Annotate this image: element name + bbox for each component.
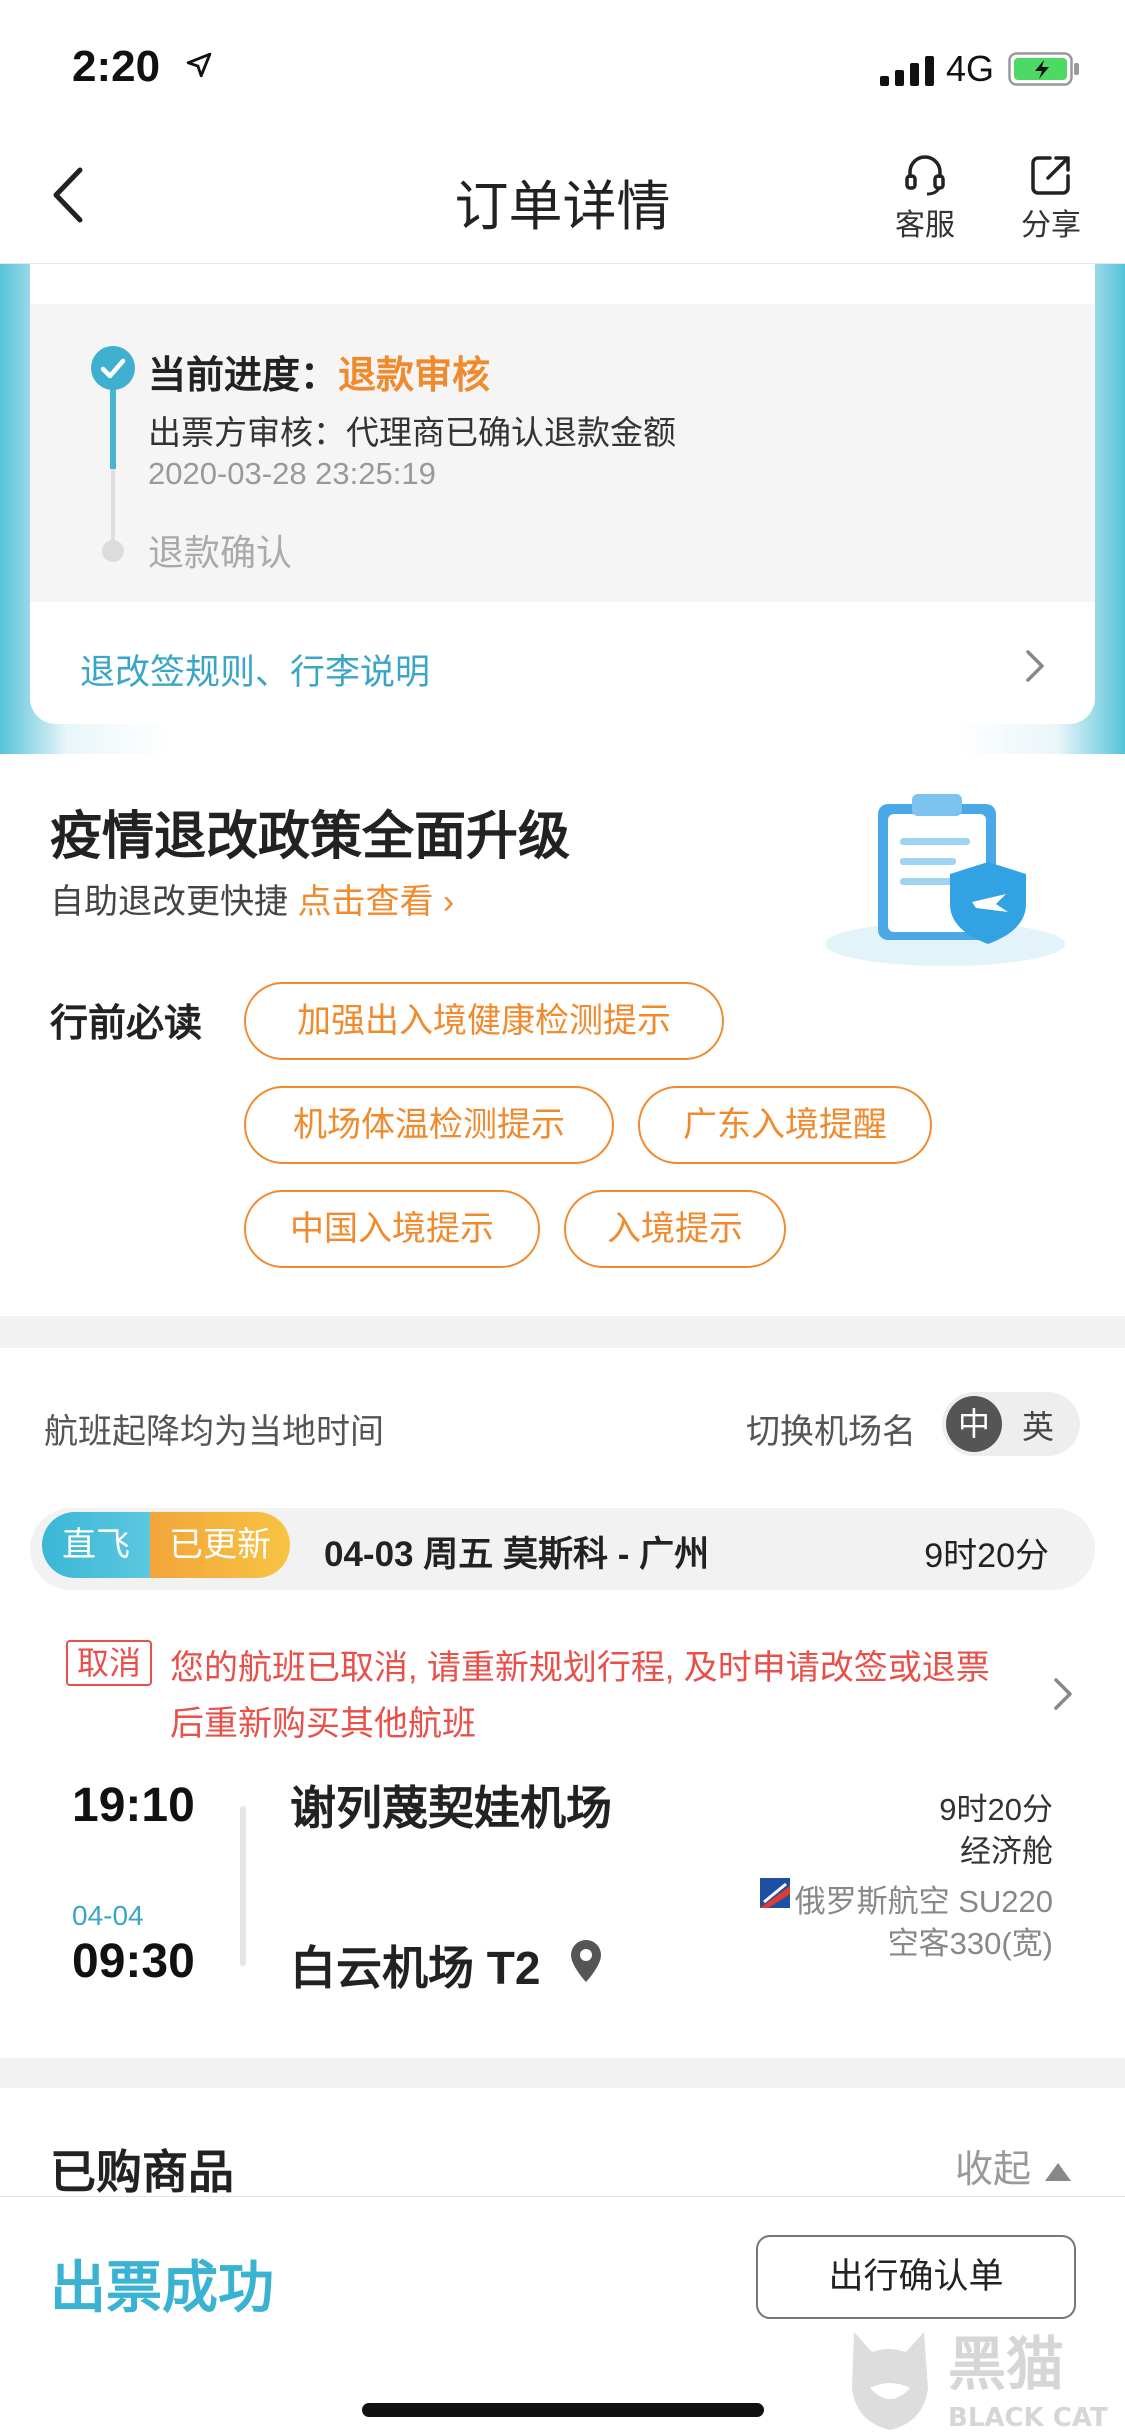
chip-guangdong-entry[interactable]: 广东入境提醒 [638,1086,932,1164]
customer-service-label: 客服 [895,209,955,242]
next-step: 退款确认 [148,532,293,573]
route-info: 04-03 周五 莫斯科 - 广州 [324,1535,710,1574]
airport-language-toggle[interactable]: 中 英 [942,1392,1080,1456]
arrival-airport: 白云机场 T2 [290,1942,541,1994]
collapse-button[interactable]: 收起 [955,2138,1071,2193]
policy-view-link-text: 点击查看 [297,883,434,921]
policy-card: 疫情退改政策全面升级 自助退改更快捷 点击查看 › 行前必读 加强出入境健康检测… [0,754,1125,1316]
purchased-goods-title: 已购商品 [50,2146,234,2198]
triangle-up-icon [1045,2162,1071,2181]
progress-timeline: 当前进度：退款审核 出票方审核：代理商已确认退款金额 2020-03-28 23… [30,304,1095,602]
share-label: 分享 [1021,209,1081,242]
status-bar: 2:20 4G [0,0,1125,130]
watermark-cn-text: 黑猫 [948,2330,1064,2398]
chevron-right-icon[interactable] [1051,1674,1075,1714]
clipboard-shield-illustration [825,794,1065,966]
policy-subtitle-text: 自助退改更快捷 [50,883,288,921]
cancel-tag: 取消 [66,1640,152,1686]
policy-subtitle: 自助退改更快捷 点击查看 › [50,874,454,923]
progress-timestamp: 2020-03-28 23:25:19 [148,456,436,491]
policy-view-link[interactable]: 点击查看 › [297,883,454,921]
chevron-right-icon[interactable] [1023,646,1047,686]
cancel-message[interactable]: 您的航班已取消, 请重新规划行程, 及时申请改签或退票后重新购买其他航班 [170,1640,1010,1752]
watermark-en-text: BLACK CAT [948,2403,1108,2433]
share-icon [1031,156,1070,195]
pending-step-dot [102,540,124,562]
lang-zh-option[interactable]: 中 [946,1396,1002,1452]
check-circle-icon [91,346,135,390]
departure-airport: 谢列蔑契娃机场 [290,1782,612,1834]
progress-detail: 出票方审核：代理商已确认退款金额 [148,414,676,451]
aircraft-type: 空客330(宽) [887,1926,1053,1961]
switch-airport-name-label: 切换机场名 [746,1413,916,1451]
refund-progress-card: 当前进度：退款审核 出票方审核：代理商已确认退款金额 2020-03-28 23… [30,264,1095,724]
customer-service-button[interactable]: 客服 [880,152,970,244]
lang-en-option[interactable]: 英 [1022,1402,1054,1448]
updated-badge: 已更新 [150,1512,290,1578]
status-time: 2:20 [72,42,161,91]
ticket-status: 出票成功 [50,2256,274,2319]
local-time-note: 航班起降均为当地时间 [44,1413,384,1451]
flight-card: 航班起降均为当地时间 切换机场名 中 英 直飞 已更新 04-03 周五 莫斯科… [0,1348,1125,2058]
departure-time: 19:10 [72,1779,195,1832]
airline-logo-icon [760,1878,790,1908]
tips-label: 行前必读 [50,1003,203,1045]
location-arrow-icon [186,52,212,78]
headset-icon [905,155,945,196]
policy-title: 疫情退改政策全面升级 [50,808,571,866]
current-progress: 当前进度：退款审核 [148,344,490,399]
map-pin-icon[interactable] [568,1938,604,1986]
collapse-label: 收起 [954,2149,1031,2191]
timeline-divider [240,1806,246,1966]
chevron-right-icon: › [442,883,455,921]
chip-entry-tips[interactable]: 入境提示 [564,1190,786,1268]
chip-china-entry[interactable]: 中国入境提示 [244,1190,540,1268]
progress-label: 当前进度： [148,355,339,397]
airline-flight-number: 俄罗斯航空 SU220 [794,1884,1053,1919]
refund-rules-link[interactable]: 退改签规则、行李说明 [80,644,430,695]
travel-confirmation-button[interactable]: 出行确认单 [756,2235,1076,2319]
network-type: 4G [946,48,995,89]
black-cat-watermark: 黑猫 BLACK CAT [852,2330,1108,2433]
cabin-class: 经济舱 [960,1834,1053,1869]
signal-icon [880,56,934,86]
share-button[interactable]: 分享 [1006,152,1096,244]
progress-line-pending [111,469,115,549]
arrival-date: 04-04 [72,1900,144,1931]
home-indicator[interactable] [362,2403,764,2417]
flight-duration: 9时20分 [939,1792,1053,1827]
purchased-goods-section: 已购商品 收起 [0,2088,1125,2198]
chip-health-check[interactable]: 加强出入境健康检测提示 [244,982,724,1060]
direct-badge: 直飞 [42,1512,150,1578]
route-bar: 直飞 已更新 04-03 周五 莫斯科 - 广州 9时20分 [30,1508,1095,1590]
progress-status: 退款审核 [338,355,491,397]
chip-airport-temperature[interactable]: 机场体温检测提示 [244,1086,614,1164]
battery-icon [1008,52,1079,86]
nav-bar: 订单详情 客服 分享 [0,130,1125,264]
arrival-time: 09:30 [72,1935,195,1988]
route-duration: 9时20分 [924,1537,1049,1575]
